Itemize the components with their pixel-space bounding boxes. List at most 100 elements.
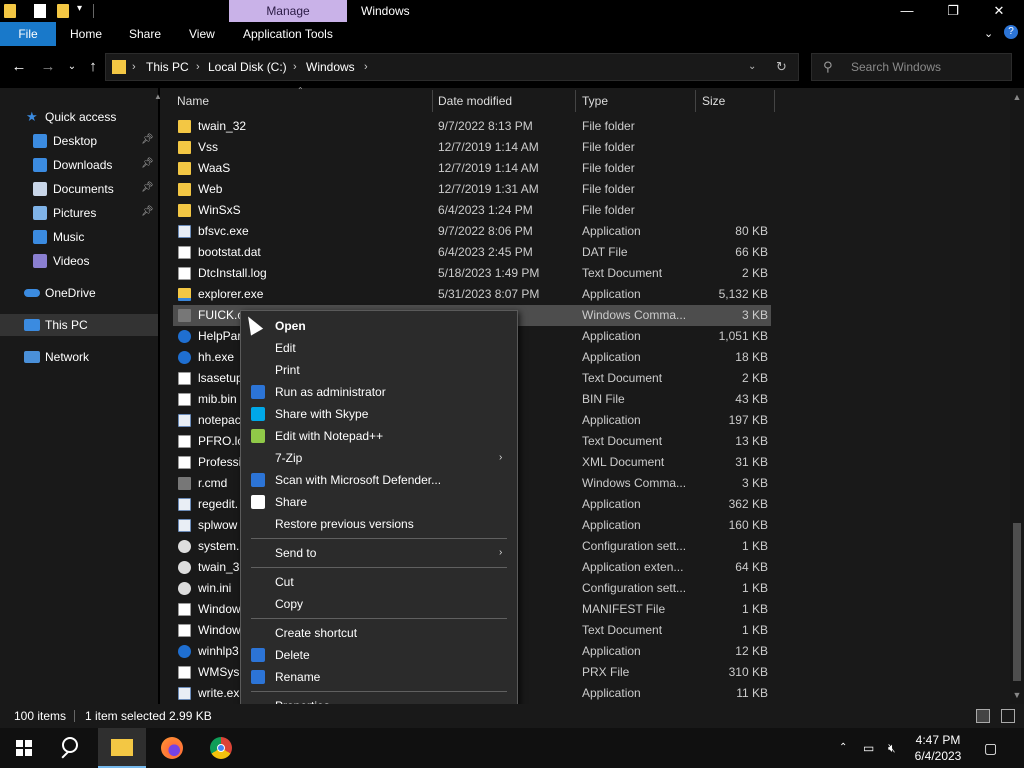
- tab-home[interactable]: Home: [60, 22, 112, 46]
- sidebar-item-desktop[interactable]: Desktop 📌︎: [0, 130, 158, 152]
- search-box[interactable]: ⚲ Search Windows: [811, 53, 1012, 81]
- recent-locations-button[interactable]: ⌄: [61, 56, 83, 78]
- firefox-taskbar-button[interactable]: [148, 728, 196, 768]
- address-bar[interactable]: › This PC › Local Disk (C:) › Windows › …: [105, 53, 799, 81]
- show-hidden-icons-icon[interactable]: ⌃: [839, 728, 847, 768]
- menu-item-7-zip[interactable]: 7-Zip ›: [241, 447, 517, 469]
- file-type: File folder: [582, 182, 635, 196]
- sidebar-item-downloads[interactable]: Downloads 📌︎: [0, 154, 158, 176]
- notepadpp-icon: [251, 429, 265, 443]
- details-view-button[interactable]: [976, 709, 990, 723]
- scroll-up-arrow-icon[interactable]: ▲: [1010, 92, 1024, 102]
- scroll-down-arrow-icon[interactable]: ▼: [1010, 690, 1024, 700]
- table-row[interactable]: explorer.exe 5/31/2023 8:07 PM Application…: [173, 284, 771, 305]
- sidebar-item-onedrive[interactable]: OneDrive: [0, 282, 158, 304]
- folder-icon[interactable]: [4, 4, 16, 18]
- column-size[interactable]: Size: [702, 88, 725, 114]
- sidebar-item-network[interactable]: Network: [0, 346, 158, 368]
- breadcrumb-windows[interactable]: Windows: [306, 54, 355, 80]
- column-type[interactable]: Type: [582, 88, 608, 114]
- column-divider[interactable]: [432, 90, 433, 112]
- file-explorer-taskbar-button[interactable]: [98, 728, 146, 768]
- vertical-scrollbar[interactable]: ▲ ▼: [1010, 88, 1024, 704]
- table-row[interactable]: bfsvc.exe 9/7/2022 8:06 PM Application 80 K…: [173, 221, 771, 242]
- manage-tab[interactable]: Manage: [229, 0, 347, 22]
- breadcrumb-local-disk[interactable]: Local Disk (C:): [208, 54, 287, 80]
- menu-item-share-with-skype[interactable]: Share with Skype: [241, 403, 517, 425]
- forward-button[interactable]: →: [37, 56, 59, 78]
- sidebar-item-pictures[interactable]: Pictures 📌︎: [0, 202, 158, 224]
- maximize-button[interactable]: ❐: [930, 0, 976, 22]
- column-divider[interactable]: [575, 90, 576, 112]
- address-history-icon[interactable]: ⌄: [748, 54, 756, 80]
- clock[interactable]: 4:47 PM 6/4/2023: [908, 732, 968, 764]
- file-type: File folder: [582, 140, 635, 154]
- menu-item-create-shortcut[interactable]: Create shortcut: [241, 622, 517, 644]
- windows-logo-icon: [16, 740, 32, 756]
- scroll-thumb[interactable]: [1013, 523, 1021, 681]
- sidebar-item-documents[interactable]: Documents 📌︎: [0, 178, 158, 200]
- column-divider[interactable]: [695, 90, 696, 112]
- table-row[interactable]: Web 12/7/2019 1:31 AM File folder: [173, 179, 771, 200]
- tab-application-tools[interactable]: Application Tools: [233, 22, 343, 46]
- file-name: bfsvc.exe: [198, 224, 249, 238]
- refresh-icon[interactable]: ↻: [776, 54, 787, 80]
- search-input[interactable]: Search Windows: [851, 54, 941, 80]
- file-type: DAT File: [582, 245, 628, 259]
- tab-file[interactable]: File: [0, 22, 56, 46]
- network-tray-icon[interactable]: ▭: [863, 728, 874, 768]
- column-divider[interactable]: [774, 90, 775, 112]
- column-date-modified[interactable]: Date modified: [438, 88, 512, 114]
- table-row[interactable]: DtcInstall.log 5/18/2023 1:49 PM Text Docu…: [173, 263, 771, 284]
- menu-item-run-as-administrator[interactable]: Run as administrator: [241, 381, 517, 403]
- customize-quick-access-icon[interactable]: ▾: [77, 3, 82, 14]
- table-row[interactable]: twain_32 9/7/2022 8:13 PM File folder: [173, 116, 771, 137]
- file-type: Application: [582, 686, 641, 700]
- menu-item-rename[interactable]: Rename: [241, 666, 517, 688]
- up-button[interactable]: ↑: [82, 56, 104, 78]
- column-name[interactable]: Name: [177, 88, 209, 114]
- volume-muted-icon[interactable]: 🔇︎: [888, 728, 896, 768]
- sidebar-item-this-pc[interactable]: This PC: [0, 314, 158, 336]
- menu-item-label: Share with Skype: [275, 407, 369, 421]
- table-row[interactable]: Vss 12/7/2019 1:14 AM File folder: [173, 137, 771, 158]
- chrome-taskbar-button[interactable]: [197, 728, 245, 768]
- large-icons-view-button[interactable]: [1001, 709, 1015, 723]
- back-button[interactable]: ←: [8, 56, 30, 78]
- breadcrumb-chevron-icon[interactable]: ›: [196, 54, 200, 80]
- search-button[interactable]: [48, 728, 96, 768]
- table-row[interactable]: WaaS 12/7/2019 1:14 AM File folder: [173, 158, 771, 179]
- menu-item-share[interactable]: Share: [241, 491, 517, 513]
- menu-item-send-to[interactable]: Send to ›: [241, 542, 517, 564]
- new-folder-icon[interactable]: [57, 4, 69, 18]
- menu-item-copy[interactable]: Copy: [241, 593, 517, 615]
- table-row[interactable]: bootstat.dat 6/4/2023 2:45 PM DAT File 66 K…: [173, 242, 771, 263]
- tab-view[interactable]: View: [179, 22, 225, 46]
- sidebar-item-label: Music: [53, 230, 85, 244]
- menu-item-print[interactable]: Print: [241, 359, 517, 381]
- help-icon[interactable]: ?: [1004, 25, 1018, 39]
- menu-item-delete[interactable]: Delete: [241, 644, 517, 666]
- start-button[interactable]: [0, 728, 48, 768]
- notifications-icon[interactable]: ▢: [984, 728, 997, 768]
- minimize-button[interactable]: —: [884, 0, 930, 22]
- defender-icon: [251, 473, 265, 487]
- properties-icon[interactable]: [34, 4, 46, 18]
- breadcrumb-this-pc[interactable]: This PC: [146, 54, 189, 80]
- menu-item-edit[interactable]: Edit: [241, 337, 517, 359]
- menu-item-restore-previous-versions[interactable]: Restore previous versions: [241, 513, 517, 535]
- table-row[interactable]: WinSxS 6/4/2023 1:24 PM File folder: [173, 200, 771, 221]
- expand-ribbon-icon[interactable]: ⌄: [984, 27, 993, 40]
- breadcrumb-chevron-icon[interactable]: ›: [132, 54, 136, 80]
- sidebar-item-music[interactable]: Music: [0, 226, 158, 248]
- breadcrumb-chevron-icon[interactable]: ›: [364, 54, 368, 80]
- close-button[interactable]: ✕: [976, 0, 1022, 22]
- sidebar-item-videos[interactable]: Videos: [0, 250, 158, 272]
- menu-item-cut[interactable]: Cut: [241, 571, 517, 593]
- sidebar-item-quick-access[interactable]: ★ Quick access: [0, 106, 158, 128]
- breadcrumb-chevron-icon[interactable]: ›: [293, 54, 297, 80]
- tab-share[interactable]: Share: [119, 22, 171, 46]
- menu-item-edit-with-notepad[interactable]: Edit with Notepad++: [241, 425, 517, 447]
- menu-item-scan-with-microsoft-defender[interactable]: Scan with Microsoft Defender...: [241, 469, 517, 491]
- menu-item-open[interactable]: Open: [241, 315, 517, 337]
